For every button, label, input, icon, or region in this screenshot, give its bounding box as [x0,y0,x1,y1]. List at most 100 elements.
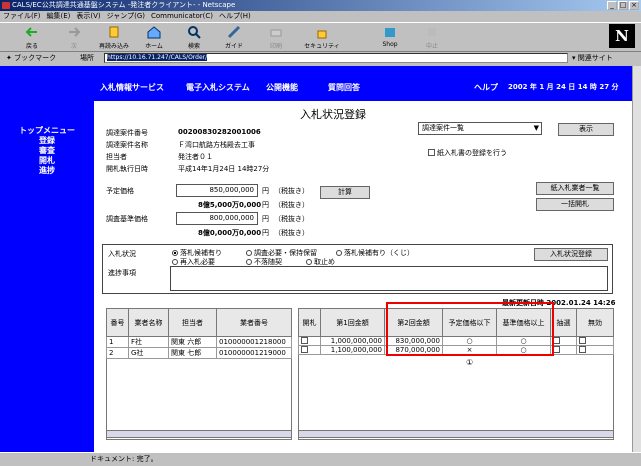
related-sites-button[interactable]: ▾ 関連サイト [572,52,613,64]
bulk-open-button[interactable]: 一括開札 [536,198,614,211]
minimize-button[interactable]: _ [607,1,617,10]
home-button[interactable]: ホーム [136,25,172,50]
stop-button[interactable]: 中止 [414,25,450,50]
status-bar: ドキュメント: 完了。 [0,452,641,466]
menu-go[interactable]: ジャンプ(G) [107,12,145,20]
shop-icon [385,28,395,37]
cell: 010000001218000 [216,336,292,348]
print-button[interactable]: 印刷 [258,25,294,50]
open-checkbox[interactable] [298,336,321,346]
bidder-table-left-grid: 番号 業者名称 担当者 業者番号 1 F社 関東 六郎 010000001218000 2G… [106,308,292,359]
paper-bid-checkbox[interactable]: 紙入札書の登録を行う [428,148,507,158]
tax-label: （税抜き） [274,187,309,195]
shop-button[interactable]: Shop [372,25,408,48]
planned-price-label: 予定価格 [106,187,134,195]
annotation-marker: ① [466,358,474,367]
stop-icon [428,28,436,36]
register-status-button[interactable]: 入札状況登録 [534,248,608,261]
planned-price-kanji: 8億5,000万0,000 [198,201,262,209]
close-button[interactable]: × [629,1,639,10]
radio-icon [246,250,252,256]
sidebar-item-register[interactable]: 登録 [10,136,84,146]
radio-selected-icon [172,250,178,256]
case-select[interactable]: 調達案件一覧 ▼ [418,122,542,135]
info-label: 担当者 [106,153,127,161]
security-button[interactable]: セキュリティ [304,25,340,50]
base-price-input[interactable]: 800,000,000 [176,212,258,225]
cell: 1,100,000,000 [320,345,385,355]
display-button[interactable]: 表示 [558,123,614,136]
lottery-checkbox[interactable] [550,336,577,346]
menu-help[interactable]: ヘルプ(H) [219,12,251,20]
menu-edit[interactable]: 編集(E) [47,12,71,20]
menu-communicator[interactable]: Communicator(C) [151,12,213,20]
table-row[interactable]: 1 F社 関東 六郎 010000001218000 [106,336,292,348]
tax-label: （税抜き） [274,215,309,223]
chevron-down-icon: ▼ [533,124,539,132]
col-header: 担当者 [168,308,217,337]
notes-label: 進捗事項 [108,269,136,277]
url-input[interactable]: https://10.16.71.247/CALS/Order/ [104,53,568,63]
forward-button[interactable]: 次 [56,25,92,50]
cell: 関東 六郎 [168,336,217,348]
reload-button[interactable]: 再読み込み [96,25,132,50]
lock-icon [317,30,327,39]
invalid-checkbox[interactable] [576,345,614,355]
table-row[interactable]: 2 G社 関東 七郎 010000001219000 [106,347,292,359]
planned-price-input[interactable]: 850,000,000 [176,184,258,197]
menu-file[interactable]: ファイル(F) [3,12,41,20]
nav-help[interactable]: ヘルプ [474,82,498,93]
info-label: 調達案件名称 [106,141,148,149]
netscape-logo: N [609,24,635,48]
calc-button[interactable]: 計算 [320,186,370,199]
open-checkbox[interactable] [298,345,321,355]
lottery-checkbox[interactable] [550,345,577,355]
guide-button[interactable]: ガイド [216,25,252,50]
cell: 関東 七郎 [168,347,217,359]
sidebar-item-progress[interactable]: 進捗 [10,166,84,176]
sidebar-top-menu[interactable]: トップメニュー [10,126,84,136]
right-table-scrollbar[interactable] [298,430,614,438]
cell: 1 [106,336,129,348]
info-label: 開札執行日時 [106,165,148,173]
col-header: 第1回金額 [320,308,385,337]
col-header: 抽選 [550,308,577,337]
maximize-button[interactable]: □ [618,1,628,10]
forward-arrow-icon [69,27,81,37]
sidebar-item-opening[interactable]: 開札 [10,156,84,166]
tax-label: （税抜き） [274,201,309,209]
header-datetime: 2002 年 1 月 24 日 14 時 27 分 [508,83,619,91]
menu-view[interactable]: 表示(V) [76,12,100,20]
invalid-checkbox[interactable] [576,336,614,346]
left-table-scrollbar[interactable] [106,430,292,438]
cell: G社 [128,347,169,359]
radio-icon [336,250,342,256]
location-label: 場所 [80,54,94,62]
status-label: 入札状況 [108,250,136,258]
nav-qa[interactable]: 質問回答 [328,82,360,93]
window-title: CALS/EC公共調達共通基盤システム -発注者クライアント- - Netsca… [0,0,641,11]
nav-bid-info[interactable]: 入札情報サービス [100,82,164,93]
notes-textarea[interactable] [170,266,608,291]
unit-label: 円 [262,229,269,237]
search-button[interactable]: 検索 [176,25,212,50]
nav-e-bid[interactable]: 電子入札システム [186,82,250,93]
nav-public[interactable]: 公開機能 [266,82,298,93]
page-scrollbar[interactable] [632,66,641,452]
back-arrow-icon [25,27,37,37]
radio-icon [246,259,252,265]
cell: 2 [106,347,129,359]
cell: 010000001219000 [216,347,292,359]
status-option-lottery[interactable]: 落札候補有り（くじ） [336,248,414,258]
paper-bidders-button[interactable]: 紙入札業者一覧 [536,182,614,195]
status-text: ドキュメント: 完了。 [90,455,158,463]
sidebar-item-review[interactable]: 審査 [10,146,84,156]
location-bar: ✦ ブックマーク 場所 https://10.16.71.247/CALS/Or… [0,52,641,64]
info-label: 調達案件番号 [106,129,148,137]
print-icon [270,29,282,37]
sidebar-menu: トップメニュー 登録 審査 開札 進捗 [10,126,84,176]
home-icon [147,26,161,39]
bookmarks-button[interactable]: ✦ ブックマーク [6,52,56,64]
back-button[interactable]: 戻る [14,25,50,50]
col-header: 業者番号 [216,308,292,337]
